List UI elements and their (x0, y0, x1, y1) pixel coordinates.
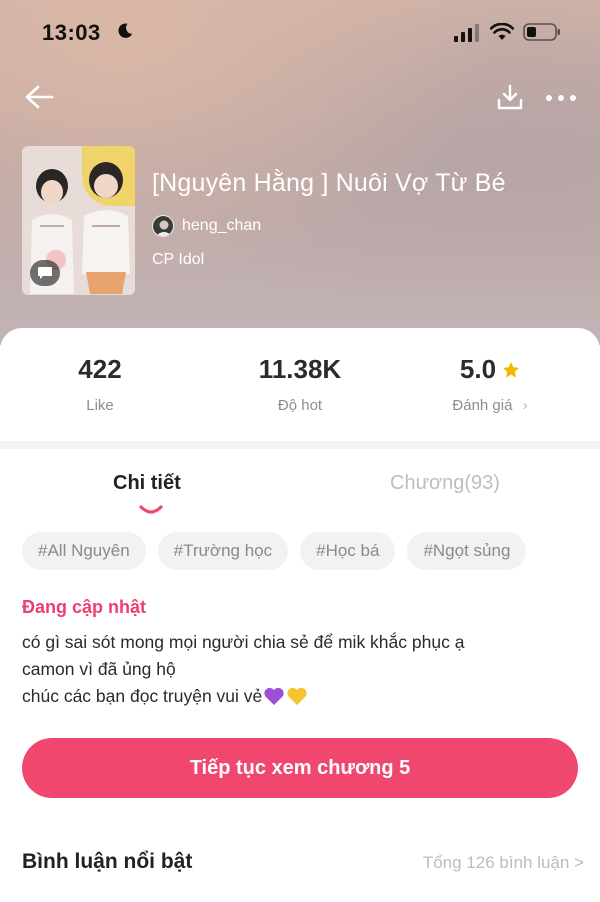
story-category[interactable]: CP Idol (152, 251, 204, 269)
stats-row: 422 Like 11.38K Độ hot 5.0 Đánh giá › (0, 328, 600, 443)
download-icon[interactable] (496, 83, 524, 111)
story-detail-card: 422 Like 11.38K Độ hot 5.0 Đánh giá › Ch… (0, 328, 600, 902)
star-icon (502, 361, 520, 378)
comment-bubble-icon (30, 260, 60, 286)
yellow-heart-icon (287, 687, 307, 705)
rating-chevron-icon: › (522, 397, 528, 414)
like-label: Like (86, 397, 114, 414)
tab-details[interactable]: Chi tiết (113, 472, 181, 495)
status-time: 13:03 (42, 20, 101, 45)
story-cover[interactable] (22, 146, 135, 295)
featured-comments-title: Bình luận nổi bật (22, 850, 193, 873)
like-count: 422 (78, 354, 122, 384)
stat-hot: 11.38K Độ hot (210, 354, 390, 414)
more-icon[interactable] (544, 86, 578, 110)
back-arrow-icon[interactable] (22, 82, 56, 112)
tag-chip[interactable]: #Trường học (157, 532, 289, 570)
rating-value-row: 5.0 (460, 354, 520, 385)
story-title: [Nguyên Hằng ] Nuôi Vợ Từ Bé (152, 169, 506, 197)
stat-like: 422 Like (10, 354, 190, 414)
tab-active-indicator (139, 505, 163, 514)
rating-label: Đánh giá (452, 397, 513, 414)
story-header: 13:03 [Nguyên Hằng] Nuôi Vợ Từ Bé heng_… (0, 0, 600, 345)
tag-chip[interactable]: #Ngọt sủng (407, 532, 527, 570)
author-link[interactable]: heng_chan (152, 215, 261, 237)
hot-count: 11.38K (258, 354, 342, 384)
tab-chapters[interactable]: Chương(93) (390, 472, 500, 495)
battery-icon (523, 23, 560, 41)
description-line-with-hearts: chúc các bạn đọc truyện vui vẻ (22, 683, 464, 710)
section-divider (0, 441, 600, 449)
tag-chip[interactable]: #Học bá (300, 532, 396, 570)
signal-icon (454, 24, 479, 42)
status-bar: 13:03 (0, 0, 600, 62)
continue-reading-button[interactable]: Tiếp tục xem chương 5 (22, 738, 578, 798)
cover-figure-right (82, 162, 130, 294)
description-line: chúc các bạn đọc truyện vui vẻ (22, 686, 263, 706)
story-description: có gì sai sót mong mọi người chia sẻ để … (22, 629, 464, 710)
rating-label-row: Đánh giá › (400, 397, 580, 414)
rating-value: 5.0 (459, 354, 497, 384)
hot-label: Độ hot (277, 397, 323, 414)
all-comments-link[interactable]: Tổng 126 bình luận > (423, 853, 584, 873)
tag-list: #All Nguyên #Trường học #Học bá #Ngọt sủ… (22, 532, 527, 570)
tab-bar: Chi tiết Chương(93) (0, 458, 600, 518)
author-avatar (152, 215, 174, 237)
author-name: heng_chan (182, 217, 262, 234)
description-line: có gì sai sót mong mọi người chia sẻ để … (22, 632, 465, 652)
tag-chip[interactable]: #All Nguyên (22, 532, 146, 570)
wifi-icon (490, 23, 514, 40)
moon-icon (118, 23, 133, 38)
purple-heart-icon (264, 687, 284, 705)
description-line: camon vì đã ủng hộ (22, 659, 176, 679)
stat-rating[interactable]: 5.0 Đánh giá › (400, 354, 580, 414)
update-status: Đang cập nhật (22, 597, 147, 617)
